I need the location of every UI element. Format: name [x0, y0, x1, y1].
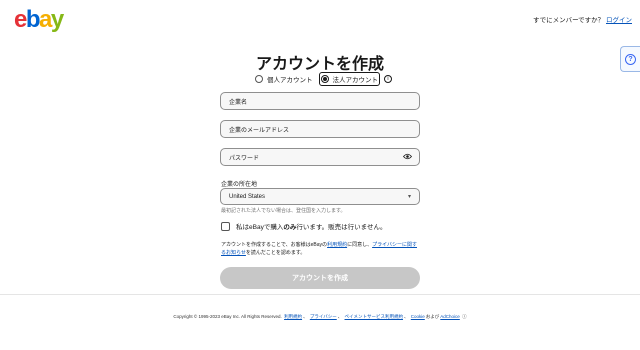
- footer-link-privacy[interactable]: プライバシー: [310, 314, 337, 319]
- buy-only-label-prefix: 私はeBayで購入: [236, 224, 284, 231]
- info-icon[interactable]: i: [384, 75, 392, 83]
- company-email-field[interactable]: 企業のメールアドレス: [220, 120, 420, 138]
- radio-business-account[interactable]: 法人アカウント: [318, 72, 380, 86]
- footer-link-terms[interactable]: 利用規約: [284, 314, 302, 319]
- footer-divider: [0, 294, 640, 295]
- location-hint: 最初記された法人でない場合は、登住国を入力します。: [221, 208, 346, 214]
- terms-of-use-link[interactable]: 利用規約: [327, 242, 347, 248]
- footer-copyright: Copyright © 1995-2023 eBay Inc. All Righ…: [173, 314, 282, 319]
- page-title: アカウントを作成: [255, 56, 384, 73]
- password-field[interactable]: パスワード: [220, 148, 420, 166]
- location-label: 企業の所在地: [221, 182, 258, 188]
- terms-text-1: アカウントを作成することで、お客様はeBayの: [221, 242, 328, 248]
- location-selected-value: United States: [229, 193, 266, 200]
- ebay-logo[interactable]: ebay: [14, 6, 64, 34]
- radio-personal-label: 個人アカウント: [267, 77, 313, 84]
- eye-icon: [402, 153, 413, 160]
- footer-link-adchoice[interactable]: AdChoice: [440, 314, 460, 319]
- logo-letter-a: a: [39, 6, 52, 33]
- radio-button-selected-icon: [320, 75, 329, 83]
- buy-only-label-bold: のみ: [283, 224, 297, 231]
- footer-adchoice-prefix: および: [425, 314, 440, 319]
- logo-letter-y: y: [50, 6, 64, 33]
- footer-link-cookie[interactable]: Cookie: [411, 314, 425, 319]
- signin-prompt-text: すでにメンバーですか？: [533, 17, 605, 24]
- logo-letter-b: b: [25, 6, 41, 33]
- buy-only-checkbox[interactable]: [221, 221, 230, 231]
- footer-link-payment-terms[interactable]: ペイメントサービス利用規約: [345, 314, 404, 319]
- company-name-placeholder: 企業名: [229, 99, 248, 106]
- signin-link[interactable]: ログイン: [606, 17, 632, 24]
- adchoice-icon: ⓘ: [462, 314, 467, 319]
- company-location-select[interactable]: United States ▾: [220, 188, 420, 205]
- buy-only-label: 私はeBayで購入のみ行います。販売は行いません。: [236, 221, 386, 231]
- buy-only-label-suffix: 行います。販売は行いません。: [296, 224, 387, 231]
- signin-prompt: すでにメンバーですか？ ログイン: [533, 14, 632, 24]
- radio-business-label: 法人アカウント: [332, 77, 379, 84]
- show-password-icon[interactable]: [402, 153, 413, 162]
- logo-letter-e: e: [14, 6, 27, 33]
- chevron-down-icon: ▾: [407, 194, 411, 200]
- create-account-button[interactable]: アカウントを作成: [220, 267, 420, 289]
- buy-only-checkbox-row[interactable]: 私はeBayで購入のみ行います。販売は行いません。: [221, 221, 386, 231]
- terms-text-2: に同意し、: [347, 242, 373, 248]
- account-type-selector: 個人アカウント 法人アカウント i: [255, 72, 392, 86]
- radio-button-icon: [255, 75, 263, 83]
- terms-text-3: を読んだことを認めます。: [245, 250, 306, 256]
- radio-personal-account[interactable]: 個人アカウント: [255, 74, 313, 84]
- terms-notice: アカウントを作成することで、お客様はeBayの利用規約に同意し、プライバシーに関…: [221, 241, 421, 257]
- password-placeholder: パスワード: [229, 155, 260, 162]
- footer: Copyright © 1995-2023 eBay Inc. All Righ…: [173, 314, 467, 319]
- company-name-field[interactable]: 企業名: [220, 92, 420, 110]
- company-email-placeholder: 企業のメールアドレス: [229, 127, 290, 134]
